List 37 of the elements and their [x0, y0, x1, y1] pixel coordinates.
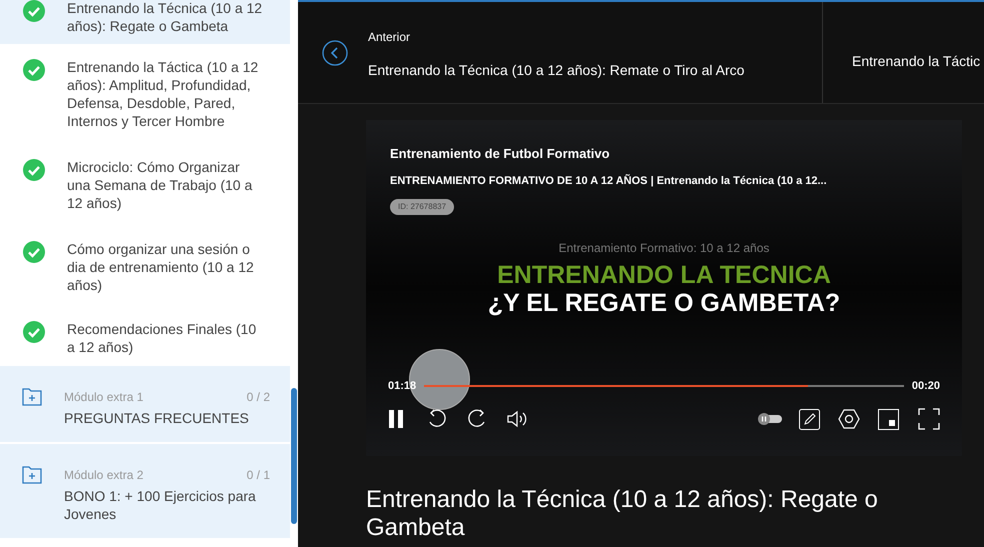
previous-label: Anterior	[368, 29, 412, 46]
check-circle-icon	[23, 241, 45, 263]
previous-title: Entrenando la Técnica (10 a 12 años): Remate o Tiro al Arco	[368, 61, 744, 80]
frame-subtitle: Entrenamiento Formativo: 10 a 12 años	[558, 240, 770, 257]
module-label: Módulo extra 1	[64, 389, 144, 406]
check-circle-icon	[23, 321, 45, 343]
fullscreen-icon[interactable]	[918, 408, 940, 430]
video-title: ENTRENAMIENTO FORMATIVO DE 10 A 12 AÑOS | Entrenando la Técnica (10 a 12...	[390, 173, 828, 188]
module-count: 0 / 1	[246, 467, 270, 484]
module-count: 0 / 2	[246, 389, 270, 406]
frame-headline: ENTRENANDO LA TECNICA	[497, 261, 831, 289]
progress-track[interactable]	[424, 385, 904, 388]
lesson-title: Entrenando la Técnica (10 a 12 años): Regate o Gambeta	[366, 486, 879, 542]
settings-icon[interactable]	[838, 408, 860, 430]
channel-name: Entrenamiento de Futbol Formativo	[390, 145, 611, 163]
frame-question: ¿Y EL REGATE O GAMBETA?	[488, 289, 840, 317]
previous-lesson-link[interactable]: Anterior Entrenando la Técnica (10 a 12 años): Remate o Tiro al Arco	[298, 2, 823, 103]
folder-plus-icon	[22, 466, 42, 484]
module-title: PREGUNTAS FRECUENTES	[64, 409, 250, 427]
pause-icon[interactable]	[388, 410, 404, 428]
autoplay-toggle-icon[interactable]	[757, 412, 783, 426]
module-title: BONO 1: + 100 Ejercicios para Jovenes	[64, 487, 257, 523]
next-title[interactable]: Entrenando la Táctic	[852, 51, 980, 72]
check-circle-icon	[23, 0, 45, 22]
scrollbar[interactable]	[291, 388, 297, 524]
remaining-time: 00:20	[912, 379, 940, 394]
module-item[interactable]: Módulo extra 1 0 / 2 PREGUNTAS FRECUENTES	[0, 366, 290, 444]
folder-plus-icon	[22, 388, 42, 406]
lesson-item[interactable]: Entrenando la Técnica (10 a 12 años): Regate o Gambeta	[0, 0, 290, 46]
module-label: Módulo extra 2	[64, 467, 144, 484]
check-circle-icon	[23, 159, 45, 181]
picture-in-picture-icon[interactable]	[878, 408, 899, 430]
module-item[interactable]: Módulo extra 2 0 / 1 BONO 1: + 100 Ejercicios para Jovenes	[0, 444, 290, 540]
video-id-badge: ID: 27678837	[390, 199, 454, 215]
check-circle-icon	[23, 59, 45, 81]
chevron-left-icon	[322, 40, 348, 66]
pencil-icon[interactable]	[799, 408, 820, 430]
